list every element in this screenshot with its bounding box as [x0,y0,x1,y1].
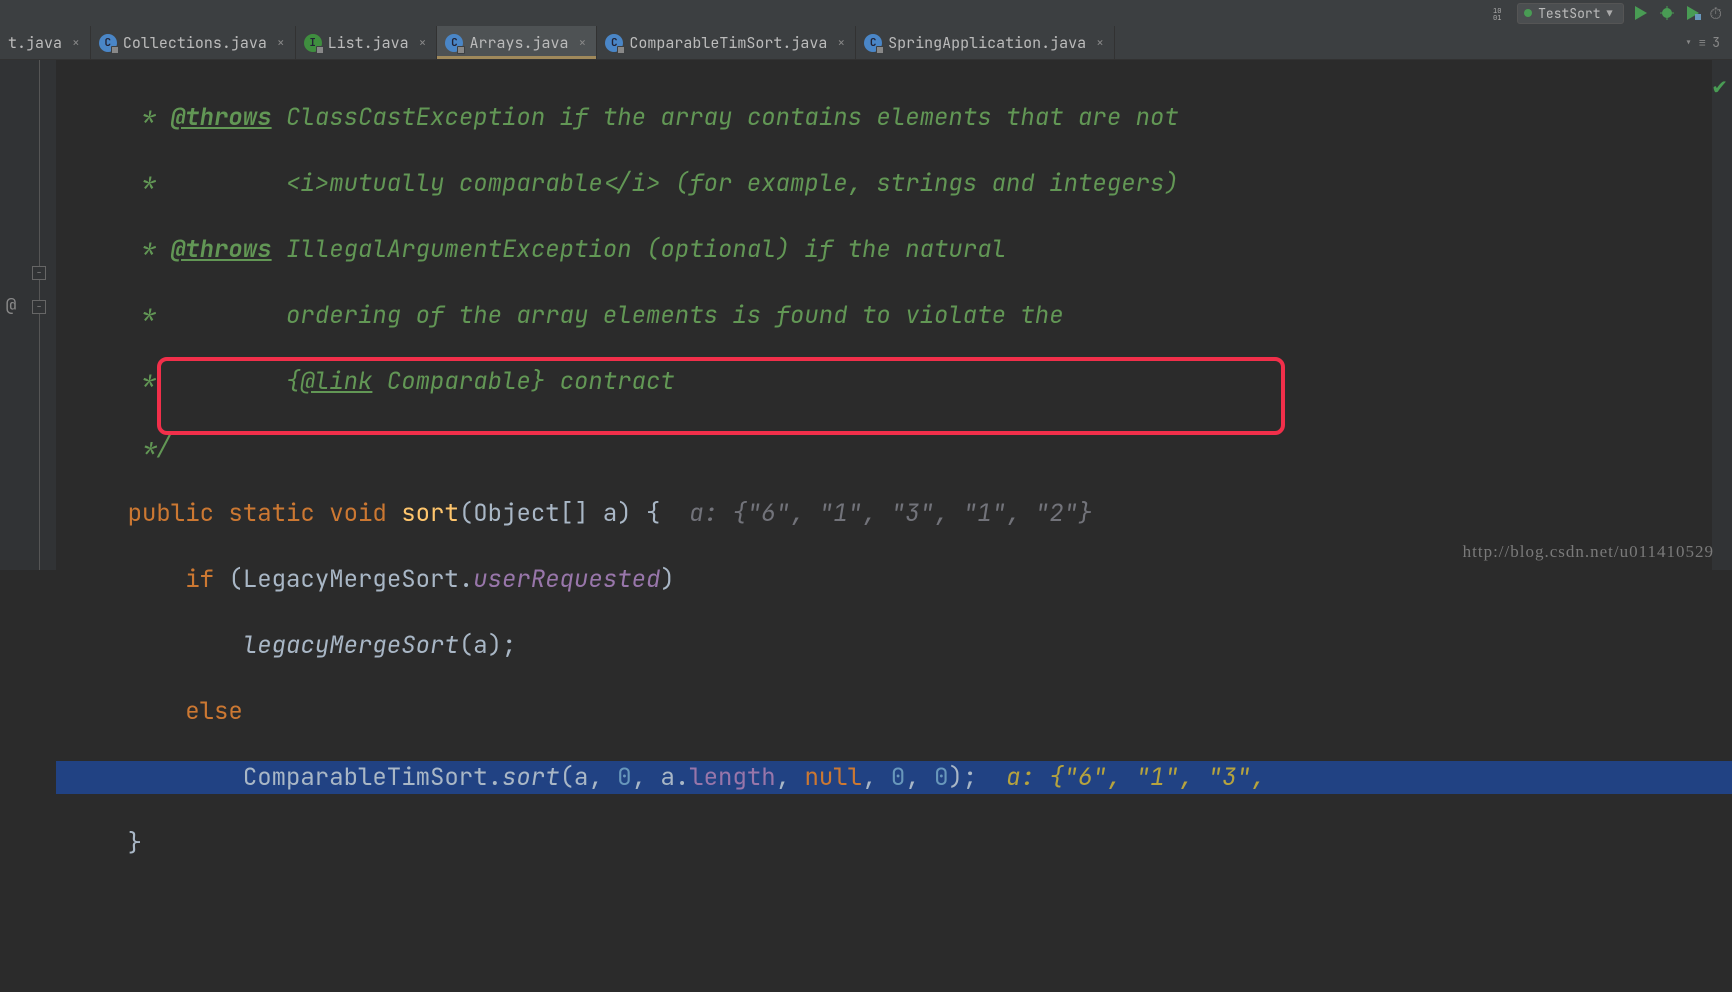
tab-t-java[interactable]: t.java × [0,26,91,59]
editor-tab-bar: t.java × C Collections.java × I List.jav… [0,26,1732,60]
code-text: public [128,498,214,529]
lock-icon [111,46,119,54]
code-text: else [185,696,243,727]
code-text: 0 [891,762,905,793]
code-text: sort [502,762,560,793]
code-text: ComparableTimSort. [243,762,502,793]
code-text: (a); [459,630,517,661]
class-file-icon: C [864,34,882,52]
chevron-down-icon[interactable]: ▾ [1685,34,1693,51]
code-text: IllegalArgumentException (optional) if t… [272,234,1006,265]
code-text: if [185,564,214,595]
code-text: 0 [617,762,631,793]
tab-bar-tools: ▾ ≡ 3 [1685,26,1732,59]
debug-inline-hint: a: {"6", "1", "3", [1006,762,1265,793]
code-text: static [228,498,314,529]
tab-label: List.java [328,33,409,53]
run-config-label: TestSort [1538,5,1600,22]
code-text: * [70,300,286,331]
code-text: null [804,762,862,793]
code-text: , [905,762,934,793]
binary-mode-icon[interactable]: 1001 [1493,5,1509,21]
debug-inline-hint: a: {"6", "1", "3", "1", "2"} [689,498,1092,529]
close-icon[interactable]: × [579,34,587,51]
lock-icon [457,46,465,54]
tab-label: ComparableTimSort.java [629,33,827,53]
debug-button[interactable] [1658,4,1676,22]
fold-toggle-icon[interactable]: − [32,300,46,314]
chevron-down-icon: ▼ [1607,7,1613,20]
code-text: Comparable} contract [372,366,674,397]
profiler-button[interactable]: ⏱ [1710,3,1722,24]
class-file-icon: C [99,34,117,52]
tab-springapplication-java[interactable]: C SpringApplication.java × [856,26,1115,59]
svg-text:01: 01 [1493,14,1501,21]
code-text: * { [70,366,300,397]
editor-error-stripe[interactable]: ✔ [1712,60,1732,570]
code-text: } [128,828,142,859]
code-text: ); [949,762,1007,793]
close-icon[interactable]: × [1096,34,1104,51]
code-text: ) [660,564,674,595]
list-icon[interactable]: ≡ [1698,34,1706,51]
code-text: (LegacyMergeSort. [214,564,473,595]
code-text: <i>mutually comparable</i> (for example,… [286,168,1179,199]
code-editor[interactable]: − @ − * @throws ClassCastException if th… [0,60,1732,570]
override-method-icon[interactable]: @ [4,298,18,312]
editor-gutter[interactable]: − @ − [0,60,56,570]
tab-list-java[interactable]: I List.java × [296,26,438,59]
run-configuration-dropdown[interactable]: TestSort ▼ [1517,3,1623,24]
code-text: 0 [934,762,948,793]
tab-label: t.java [8,33,62,53]
tab-label: Collections.java [123,33,267,53]
run-button[interactable] [1632,4,1650,22]
run-config-status-icon [1524,9,1532,17]
code-text: @link [300,366,372,397]
close-icon[interactable]: × [837,34,845,51]
tab-comparabletimsort-java[interactable]: C ComparableTimSort.java × [597,26,856,59]
code-text: (a, [560,762,618,793]
code-text: ClassCastException if the array contains… [272,102,1179,133]
tab-label: SpringApplication.java [888,33,1086,53]
hidden-tabs-count[interactable]: 3 [1712,34,1720,51]
code-text: (Object[] a) { [459,498,689,529]
watermark-text: http://blog.csdn.net/u011410529 [1463,542,1714,562]
execution-point-line: ComparableTimSort.sort(a, 0, a.length, n… [56,761,1732,794]
code-text: , [862,762,891,793]
tab-collections-java[interactable]: C Collections.java × [91,26,296,59]
lock-icon [316,46,324,54]
code-text: userRequested [473,564,660,595]
tab-label: Arrays.java [469,33,568,53]
main-toolbar: 1001 TestSort ▼ ⏱ [0,0,1732,26]
code-text: @throws [171,102,272,133]
run-coverage-button[interactable] [1684,4,1702,22]
code-text: , [776,762,805,793]
code-text: ordering of the array elements is found … [286,300,1064,331]
class-file-icon: C [605,34,623,52]
interface-file-icon: I [304,34,322,52]
code-text: * [70,234,171,265]
code-text: */ [70,432,171,463]
code-text: sort [401,498,459,529]
code-text: length [689,762,775,793]
code-text: void [329,498,387,529]
close-icon[interactable]: × [72,34,80,51]
analysis-ok-icon[interactable]: ✔ [1711,74,1728,100]
code-content[interactable]: * @throws ClassCastException if the arra… [56,60,1732,570]
fold-toggle-icon[interactable]: − [32,266,46,280]
tab-arrays-java[interactable]: C Arrays.java × [437,26,597,59]
close-icon[interactable]: × [277,34,285,51]
lock-icon [617,46,625,54]
close-icon[interactable]: × [419,34,427,51]
code-text: * [70,102,171,133]
code-text: * [70,168,286,199]
class-file-icon: C [445,34,463,52]
code-text: legacyMergeSort [243,630,459,661]
code-text: , a. [632,762,690,793]
code-text: @throws [171,234,272,265]
lock-icon [876,46,884,54]
